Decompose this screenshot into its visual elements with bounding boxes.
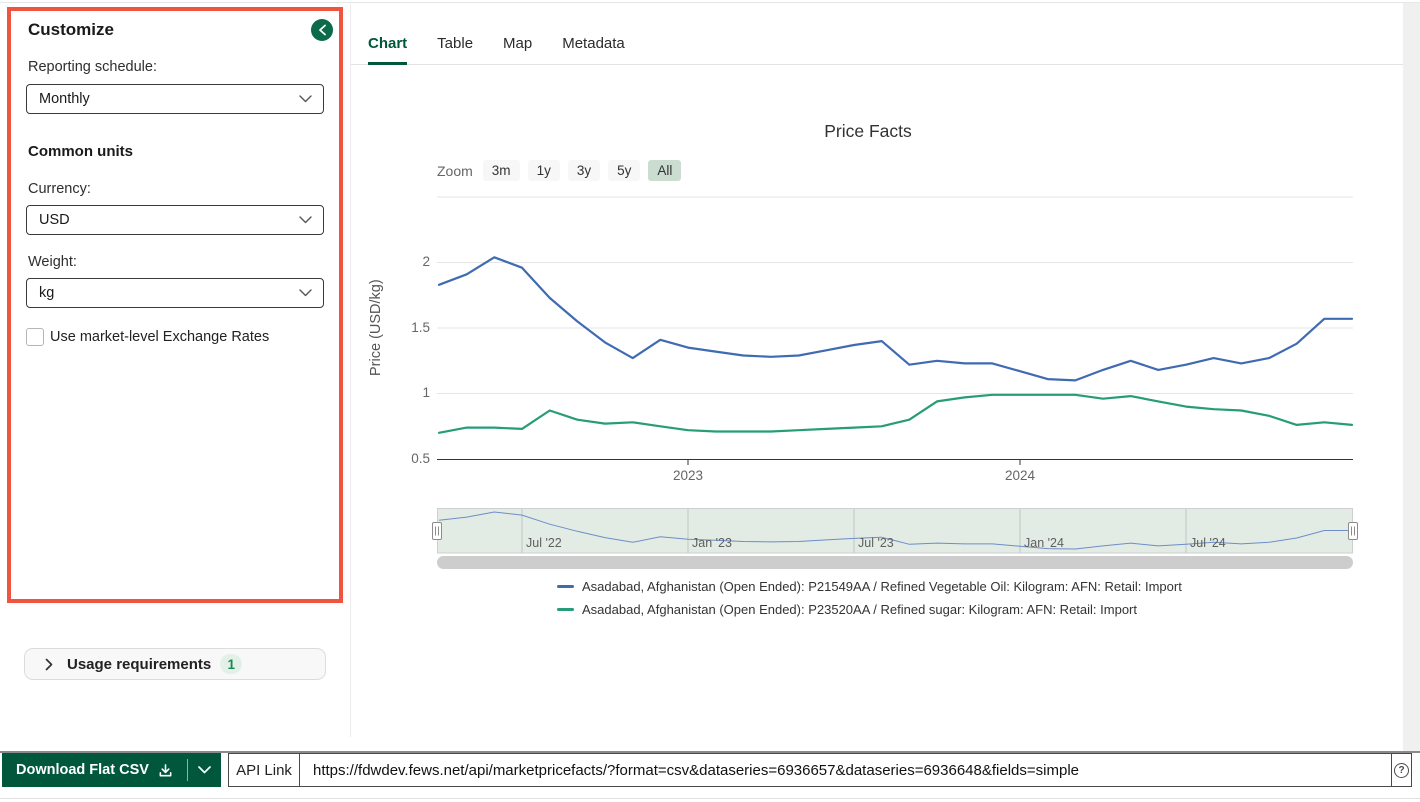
top-border <box>0 2 1420 3</box>
api-link-label: API Link <box>228 753 300 787</box>
chart-title: Price Facts <box>351 121 1385 142</box>
y-axis-tick: 1 <box>385 385 430 400</box>
tab-metadata[interactable]: Metadata <box>562 32 625 62</box>
exchange-rates-checkbox[interactable] <box>26 328 44 346</box>
zoom-button-all[interactable]: All <box>648 160 681 181</box>
legend-dash-icon <box>557 608 574 611</box>
zoom-button-3y[interactable]: 3y <box>568 160 600 181</box>
common-units-heading: Common units <box>28 143 133 160</box>
usage-requirements-count-badge: 1 <box>220 654 242 674</box>
chevron-down-icon <box>299 216 312 224</box>
exchange-rates-checkbox-label: Use market-level Exchange Rates <box>50 329 269 345</box>
download-icon <box>158 763 173 778</box>
weight-label: Weight: <box>28 254 77 270</box>
tab-bar: Chart Table Map Metadata <box>351 32 1403 65</box>
usage-requirements-button[interactable]: Usage requirements 1 <box>24 648 326 680</box>
zoom-button-3m[interactable]: 3m <box>483 160 520 181</box>
price-chart-plot <box>437 195 1353 469</box>
zoom-button-1y[interactable]: 1y <box>528 160 560 181</box>
download-options-button[interactable] <box>188 753 221 787</box>
x-axis-tick: 2024 <box>995 468 1045 483</box>
currency-label: Currency: <box>28 181 91 197</box>
zoom-label: Zoom <box>437 163 473 179</box>
chart-scrollbar[interactable] <box>437 556 1353 569</box>
tab-chart[interactable]: Chart <box>368 32 407 65</box>
chevron-down-icon <box>299 289 312 297</box>
customize-title: Customize <box>28 20 114 40</box>
currency-select[interactable]: USD <box>26 205 324 235</box>
chevron-left-icon <box>318 24 327 36</box>
chevron-down-icon <box>198 766 211 774</box>
collapse-panel-button[interactable] <box>311 19 333 41</box>
download-flat-csv-button[interactable]: Download Flat CSV <box>2 753 221 787</box>
zoom-button-5y[interactable]: 5y <box>608 160 640 181</box>
navigator-label: Jan '24 <box>1024 536 1064 550</box>
panel-divider <box>350 3 351 737</box>
weight-select[interactable]: kg <box>26 278 324 308</box>
help-segment: ? <box>1391 753 1412 787</box>
legend-label: Asadabad, Afghanistan (Open Ended): P215… <box>582 579 1182 594</box>
help-icon[interactable]: ? <box>1394 763 1409 778</box>
api-url-input[interactable] <box>299 753 1392 787</box>
x-axis-tick: 2023 <box>663 468 713 483</box>
series-line-0 <box>439 257 1352 380</box>
reporting-schedule-value: Monthly <box>39 91 90 107</box>
reporting-schedule-label: Reporting schedule: <box>28 59 157 75</box>
navigator-handle-left[interactable] <box>433 523 442 540</box>
currency-value: USD <box>39 212 70 228</box>
tab-table[interactable]: Table <box>437 32 473 62</box>
zoom-controls: Zoom 3m 1y 3y 5y All <box>437 160 681 181</box>
y-axis-title: Price (USD/kg) <box>368 235 384 420</box>
weight-value: kg <box>39 285 54 301</box>
navigator-handle-right[interactable] <box>1349 523 1358 540</box>
y-axis-tick: 0.5 <box>385 451 430 466</box>
app-root: Customize Reporting schedule: Monthly Co… <box>0 0 1420 802</box>
legend-item-vegetable-oil[interactable]: Asadabad, Afghanistan (Open Ended): P215… <box>557 579 1182 594</box>
chevron-right-icon <box>45 658 53 671</box>
series-line-1 <box>439 395 1352 433</box>
usage-requirements-label: Usage requirements <box>67 656 211 673</box>
reporting-schedule-select[interactable]: Monthly <box>26 84 324 114</box>
right-gutter <box>1403 3 1420 751</box>
y-axis-tick: 2 <box>385 254 430 269</box>
navigator-label: Jul '22 <box>526 536 562 550</box>
legend-item-refined-sugar[interactable]: Asadabad, Afghanistan (Open Ended): P235… <box>557 602 1182 617</box>
legend-label: Asadabad, Afghanistan (Open Ended): P235… <box>582 602 1137 617</box>
navigator-label: Jul '23 <box>858 536 894 550</box>
tab-map[interactable]: Map <box>503 32 532 62</box>
navigator-label: Jul '24 <box>1190 536 1226 550</box>
chart-legend: Asadabad, Afghanistan (Open Ended): P215… <box>557 579 1182 617</box>
legend-dash-icon <box>557 585 574 588</box>
navigator-label: Jan '23 <box>692 536 732 550</box>
y-axis-tick: 1.5 <box>385 320 430 335</box>
download-button-label: Download Flat CSV <box>16 762 149 778</box>
chevron-down-icon <box>299 95 312 103</box>
